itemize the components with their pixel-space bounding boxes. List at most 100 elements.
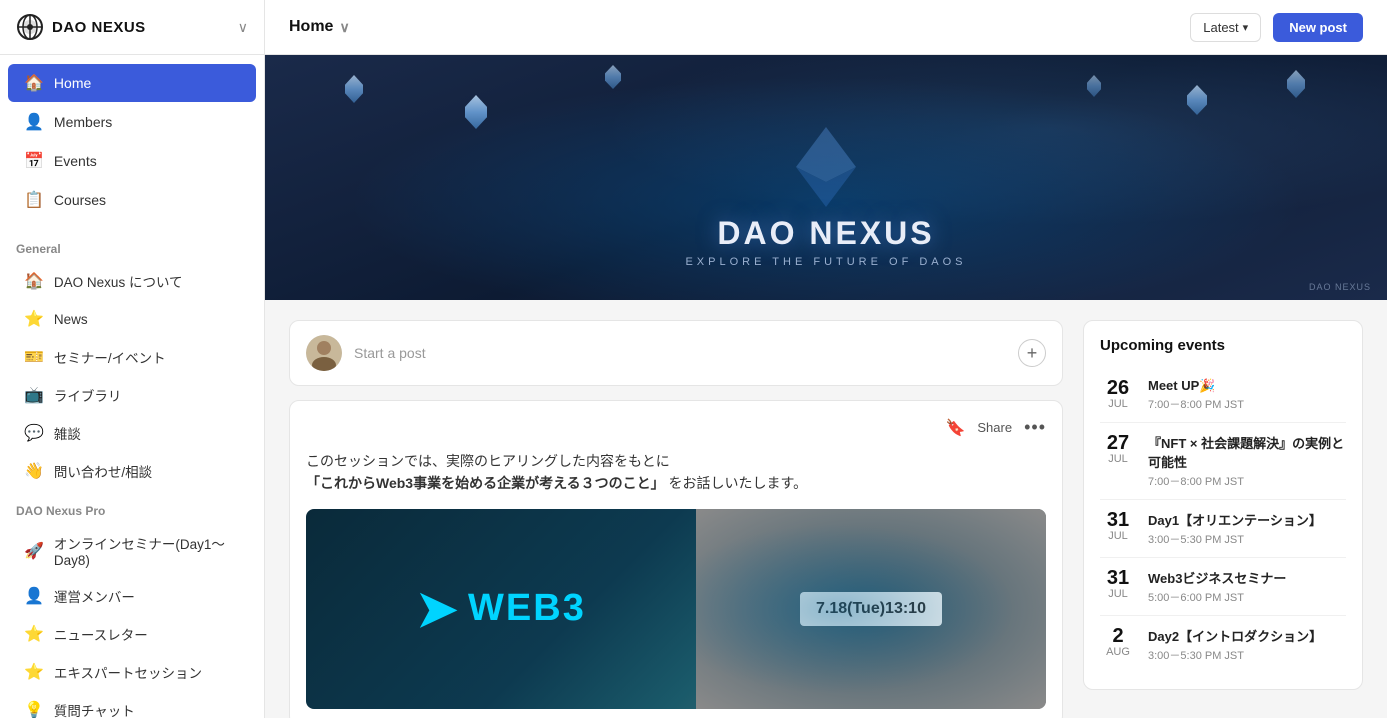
share-button[interactable]: Share <box>977 420 1012 435</box>
topbar-left: Home ∨ <box>289 18 350 36</box>
post-text: このセッションでは、実際のヒアリングした内容をもとに 「これからWeb3事業を始… <box>306 450 1046 495</box>
topbar-chevron-icon[interactable]: ∨ <box>339 19 349 36</box>
sidebar-item-library[interactable]: 📺 ライブラリ <box>8 377 256 413</box>
event-time-2: 7:00－8:00 PM JST <box>1148 473 1346 489</box>
topbar: Home ∨ Latest ▾ New post <box>265 0 1387 55</box>
event-item-5: 2 AUG Day2【イントロダクション】 3:00－5:30 PM JST <box>1100 616 1346 673</box>
online-seminar-icon: 🚀 <box>24 541 44 561</box>
sidebar-item-newsletter[interactable]: ⭐ ニュースレター <box>8 616 256 652</box>
newsletter-icon: ⭐ <box>24 624 44 644</box>
new-post-button[interactable]: New post <box>1273 13 1363 42</box>
event-day-4: 31 <box>1107 568 1129 588</box>
sidebar-item-expert[interactable]: ⭐ エキスパートセッション <box>8 654 256 690</box>
events-box: Upcoming events 26 JUL Meet UP🎉 7:00－8:0… <box>1083 320 1363 690</box>
feed-layout: Start a post + 🔖 Share ••• このセッションでは、実際の… <box>265 300 1387 718</box>
sidebar-item-inquiry[interactable]: 👋 問い合わせ/相談 <box>8 453 256 489</box>
event-info-3: Day1【オリエンテーション】 3:00－5:30 PM JST <box>1148 510 1346 547</box>
banner-subtitle: EXPLORE THE FUTURE OF DAOS <box>685 256 966 268</box>
event-name-5[interactable]: Day2【イントロダクション】 <box>1148 626 1346 645</box>
latest-chevron-icon: ▾ <box>1243 21 1249 34</box>
event-item-2: 27 JUL 『NFT × 社会課題解決』の実例と可能性 7:00－8:00 P… <box>1100 423 1346 500</box>
post-line2-suffix: をお話しいたします。 <box>665 475 808 491</box>
sidebar-item-events[interactable]: 📅 Events <box>8 142 256 180</box>
post-input-placeholder[interactable]: Start a post <box>354 345 1006 361</box>
logo-area: DAO NEXUS <box>16 13 146 41</box>
event-day-5: 2 <box>1112 626 1123 646</box>
post-line2-strong: 「これからWeb3事業を始める企業が考える３つのこと」 <box>306 475 665 491</box>
event-month-3: JUL <box>1108 530 1128 542</box>
event-info-2: 『NFT × 社会課題解決』の実例と可能性 7:00－8:00 PM JST <box>1148 433 1346 489</box>
sidebar-item-members[interactable]: 👤 Members <box>8 103 256 141</box>
post-actions-top: 🔖 Share ••• <box>306 417 1046 438</box>
post-line1: このセッションでは、実際のヒアリングした内容をもとに <box>306 453 670 469</box>
sidebar-item-library-label: ライブラリ <box>54 385 122 405</box>
events-title: Upcoming events <box>1100 337 1346 354</box>
sidebar-item-home[interactable]: 🏠 Home <box>8 64 256 102</box>
courses-icon: 📋 <box>24 190 44 210</box>
sidebar-chevron-icon[interactable]: ∨ <box>238 19 248 36</box>
event-date-3: 31 JUL <box>1100 510 1136 547</box>
event-name-4[interactable]: Web3ビジネスセミナー <box>1148 568 1346 587</box>
sidebar-item-chat[interactable]: 💬 雑談 <box>8 415 256 451</box>
content-area: DAO NEXUS EXPLORE THE FUTURE OF DAOS DAO… <box>265 55 1387 718</box>
event-time-5: 3:00－5:30 PM JST <box>1148 647 1346 663</box>
event-date-4: 31 JUL <box>1100 568 1136 605</box>
sidebar-item-courses[interactable]: 📋 Courses <box>8 181 256 219</box>
sidebar-item-dao-about[interactable]: 🏠 DAO Nexus について <box>8 263 256 299</box>
web3-arrow-icon: ➤ <box>416 584 460 634</box>
chat-icon: 💬 <box>24 423 44 443</box>
topbar-title: Home <box>289 18 333 36</box>
pro-section-label: DAO Nexus Pro <box>0 490 264 524</box>
feed-main: Start a post + 🔖 Share ••• このセッションでは、実際の… <box>289 320 1063 698</box>
post-composer: Start a post + <box>289 320 1063 386</box>
sidebar-item-news-label: News <box>54 312 88 327</box>
sidebar-item-online-seminar[interactable]: 🚀 オンラインセミナー(Day1〜Day8) <box>8 525 256 576</box>
general-section-label: General <box>0 228 264 262</box>
event-name-2[interactable]: 『NFT × 社会課題解決』の実例と可能性 <box>1148 433 1346 471</box>
sidebar-item-news[interactable]: ⭐ News <box>8 301 256 337</box>
banner-text: DAO NEXUS EXPLORE THE FUTURE OF DAOS <box>685 215 966 268</box>
dao-nexus-logo-icon <box>16 13 44 41</box>
sidebar-item-qa-chat[interactable]: 💡 質問チャット <box>8 692 256 718</box>
latest-dropdown-button[interactable]: Latest ▾ <box>1190 13 1261 42</box>
logo-text: DAO NEXUS <box>52 19 146 36</box>
bookmark-icon[interactable]: 🔖 <box>945 418 965 438</box>
event-day-2: 27 <box>1107 433 1129 453</box>
seminar-icon: 🎫 <box>24 347 44 367</box>
eth-center-icon <box>796 127 856 212</box>
dao-about-icon: 🏠 <box>24 271 44 291</box>
event-name-1[interactable]: Meet UP🎉 <box>1148 378 1346 394</box>
event-date-1: 26 JUL <box>1100 378 1136 412</box>
banner-title: DAO NEXUS <box>685 215 966 252</box>
event-item-4: 31 JUL Web3ビジネスセミナー 5:00－6:00 PM JST <box>1100 558 1346 616</box>
latest-label: Latest <box>1203 20 1238 35</box>
topbar-right: Latest ▾ New post <box>1190 13 1363 42</box>
web3-logo: ➤ WEB3 <box>416 584 586 634</box>
sidebar-item-operations[interactable]: 👤 運営メンバー <box>8 578 256 614</box>
web3-text: WEB3 <box>468 587 586 630</box>
news-icon: ⭐ <box>24 309 44 329</box>
sidebar-item-events-label: Events <box>54 153 97 169</box>
inquiry-icon: 👋 <box>24 461 44 481</box>
sidebar-item-seminar[interactable]: 🎫 セミナー/イベント <box>8 339 256 375</box>
sidebar-item-courses-label: Courses <box>54 192 106 208</box>
sidebar-item-newsletter-label: ニュースレター <box>54 624 148 644</box>
operations-icon: 👤 <box>24 586 44 606</box>
composer-add-button[interactable]: + <box>1018 339 1046 367</box>
event-month-2: JUL <box>1108 453 1128 465</box>
main-area: Home ∨ Latest ▾ New post <box>265 0 1387 718</box>
qa-chat-icon: 💡 <box>24 700 44 718</box>
event-month-4: JUL <box>1108 588 1128 600</box>
sidebar-item-dao-about-label: DAO Nexus について <box>54 271 183 291</box>
library-icon: 📺 <box>24 385 44 405</box>
banner-watermark: DAO NEXUS <box>1309 282 1371 292</box>
sidebar: DAO NEXUS ∨ 🏠 Home 👤 Members 📅 Events 📋 … <box>0 0 265 718</box>
event-date-2: 27 JUL <box>1100 433 1136 489</box>
post-card: 🔖 Share ••• このセッションでは、実際のヒアリングした内容をもとに 「… <box>289 400 1063 718</box>
event-time-3: 3:00－5:30 PM JST <box>1148 531 1346 547</box>
events-sidebar: Upcoming events 26 JUL Meet UP🎉 7:00－8:0… <box>1083 320 1363 698</box>
event-item-1: 26 JUL Meet UP🎉 7:00－8:00 PM JST <box>1100 368 1346 423</box>
more-options-button[interactable]: ••• <box>1024 417 1046 438</box>
event-name-3[interactable]: Day1【オリエンテーション】 <box>1148 510 1346 529</box>
web3-logo-area: ➤ WEB3 <box>306 564 696 654</box>
